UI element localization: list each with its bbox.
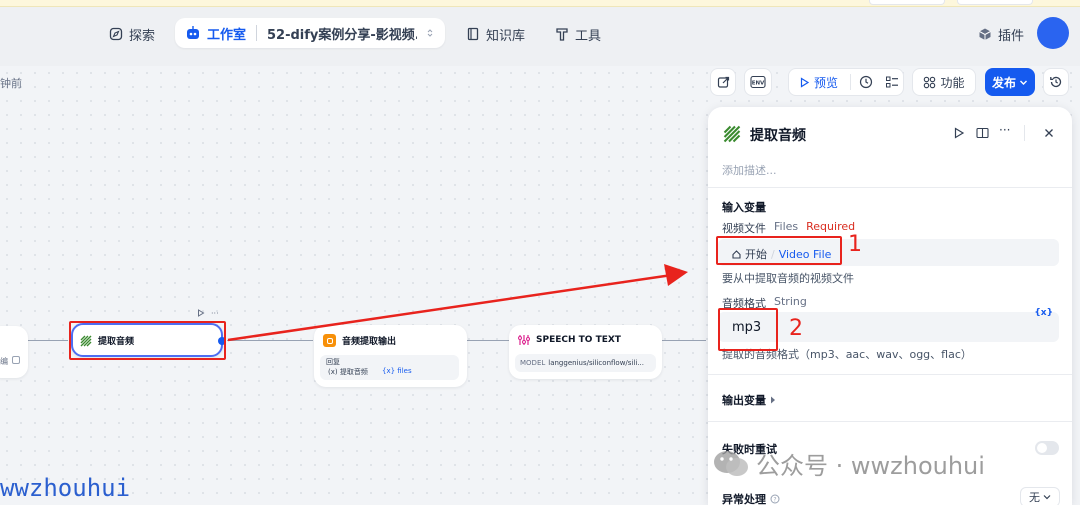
corner-watermark: wwzhouhui (0, 474, 131, 502)
wechat-icon (714, 450, 748, 476)
annotation-arrow (227, 264, 688, 342)
watermark-text: 公众号 · wwzhouhui (756, 452, 985, 480)
watermark: 公众号 · wwzhouhui (712, 446, 985, 481)
